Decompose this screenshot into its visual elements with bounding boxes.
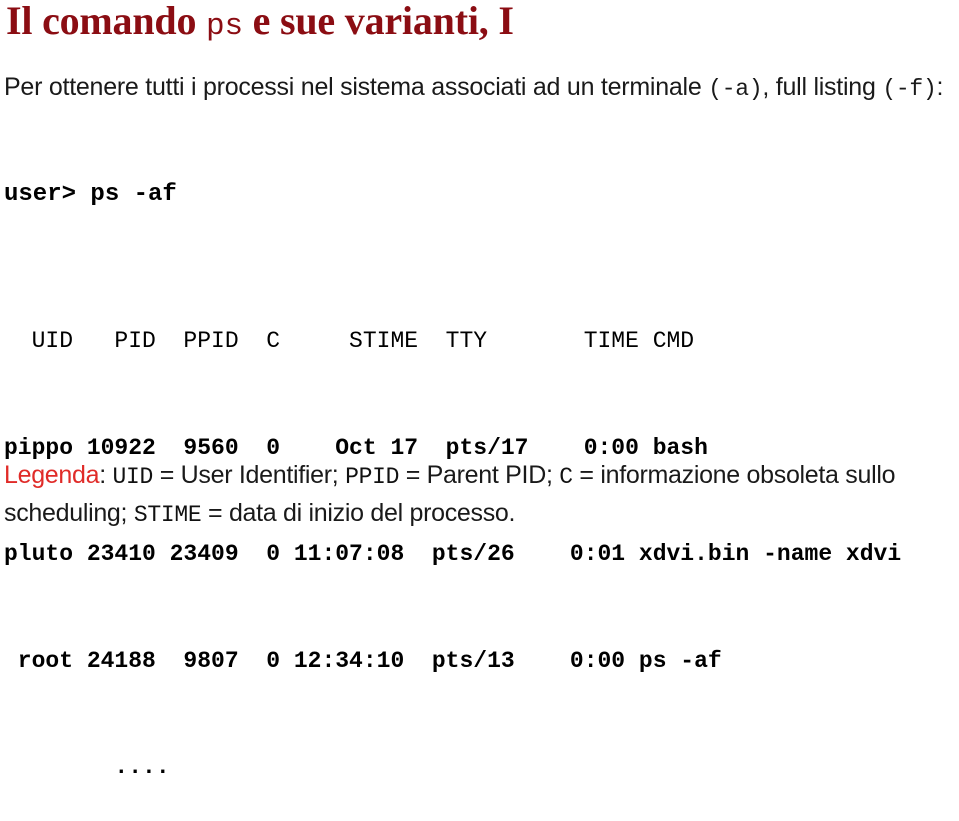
intro-text-part-2: , full listing [762, 73, 883, 101]
intro-text-part-3: : [936, 73, 944, 101]
slide-title: Il comando ps e sue varianti, I [6, 0, 514, 50]
intro-option-f: (-f) [882, 76, 937, 102]
ps-output-row: pluto 23410 23409 0 11:07:08 pts/26 0:01… [4, 541, 902, 567]
legend-colon: : [99, 461, 113, 489]
legend-paragraph: Legenda: UID = User Identifier; PPID = P… [4, 457, 959, 533]
legend-definition-stime: data di inizio del processo. [228, 499, 516, 527]
shell-command-line: user> ps -af [4, 181, 177, 208]
ps-output-header-row: UID PID PPID C STIME TTY TIME CMD [4, 328, 695, 354]
intro-text-part-1: Per ottenere tutti i processi nel sistem… [4, 73, 709, 101]
legend-term-ppid: PPID [345, 464, 400, 490]
slide-title-before: Il comando [6, 0, 207, 43]
ps-output-block: UID PID PPID C STIME TTY TIME CMD pippo … [4, 253, 901, 821]
legend-equals: = [201, 499, 229, 527]
ps-output-ellipsis: .... [4, 754, 170, 780]
ps-output-row: root 24188 9807 0 12:34:10 pts/13 0:00 p… [4, 647, 722, 674]
intro-paragraph: Per ottenere tutti i processi nel sistem… [4, 68, 959, 109]
slide-title-command-ps: ps [206, 9, 243, 44]
legend-definition-ppid: Parent PID; [426, 461, 560, 489]
legend-term-c: C [559, 464, 573, 490]
legend-term-uid: UID [112, 464, 154, 490]
legend-keyword: Legenda [4, 461, 100, 489]
legend-definition-uid: User Identifier; [180, 461, 346, 489]
legend-term-stime: STIME [133, 502, 202, 528]
legend-equals: = [153, 461, 181, 489]
legend-equals: = [572, 461, 601, 489]
legend-equals: = [399, 461, 427, 489]
intro-option-a: (-a) [708, 76, 763, 102]
slide-title-after: e sue varianti, I [242, 0, 514, 43]
